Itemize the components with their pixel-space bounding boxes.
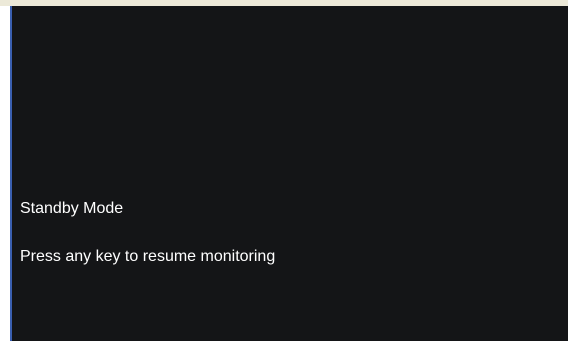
window-left-margin	[0, 6, 10, 341]
standby-title: Standby Mode	[20, 200, 124, 217]
resume-instruction: Press any key to resume monitoring	[20, 248, 276, 265]
standby-screen[interactable]: Standby Mode Press any key to resume mon…	[12, 6, 568, 341]
